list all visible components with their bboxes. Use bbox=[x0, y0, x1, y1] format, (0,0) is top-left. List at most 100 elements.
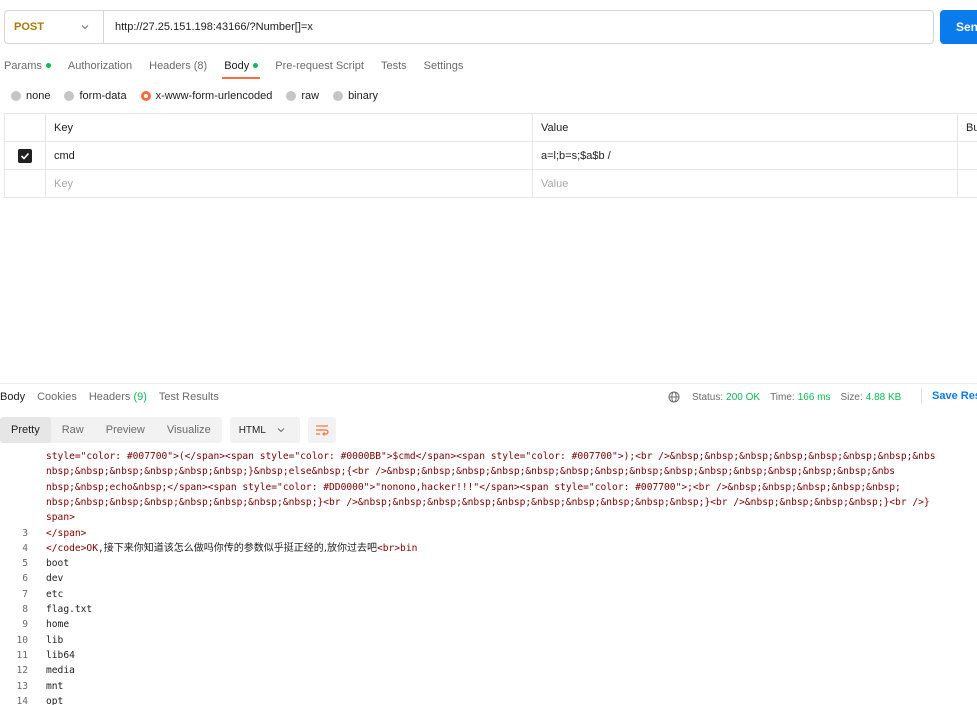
new-value-input[interactable]: Value bbox=[532, 170, 957, 197]
line-content: lib bbox=[46, 634, 64, 646]
line-content-pre: </code>OK, bbox=[46, 542, 104, 554]
tab-label: Authorization bbox=[67, 60, 133, 72]
line-number: 7 bbox=[22, 588, 28, 600]
response-tab-body[interactable]: Body bbox=[0, 391, 25, 403]
wrap-lines-icon bbox=[315, 425, 329, 436]
radio-button[interactable] bbox=[286, 91, 297, 101]
time-label: Time: bbox=[770, 391, 795, 403]
send-button[interactable]: Sen bbox=[940, 10, 977, 44]
time-value[interactable]: 166 ms bbox=[798, 392, 831, 403]
radio-button[interactable] bbox=[64, 91, 75, 101]
response-tab-cookies[interactable]: Cookies bbox=[37, 391, 77, 403]
line-number: 14 bbox=[16, 695, 28, 705]
radio-label: x-www-form-urlencoded bbox=[155, 90, 273, 102]
line-content: opt bbox=[46, 695, 64, 705]
radio-button[interactable] bbox=[333, 91, 344, 101]
line-text: boot bbox=[46, 556, 69, 571]
line-text: </span> bbox=[46, 526, 86, 541]
tab-pre-request-script[interactable]: Pre-request Script bbox=[275, 60, 364, 72]
line-content: dev bbox=[46, 573, 64, 585]
line-number: 12 bbox=[16, 665, 28, 677]
response-tab-headers[interactable]: Headers (9) bbox=[89, 391, 147, 403]
method-label: POST bbox=[14, 21, 44, 33]
url-input[interactable]: http://27.25.151.198:43166/?Number[]=x bbox=[103, 10, 934, 44]
params-table: Key Value Bu cmd a=l;b=s;$a$b / Key Valu… bbox=[4, 113, 977, 198]
header-bulk-edit[interactable]: Bu bbox=[957, 114, 977, 141]
radio-label: none bbox=[26, 90, 51, 102]
body-type-radios: none form-data x-www-form-urlencoded raw bin… bbox=[11, 88, 392, 104]
line-number: 11 bbox=[16, 649, 28, 661]
response-status: Status: 200 OK Time: 166 ms Size: 4.88 K… bbox=[668, 391, 911, 403]
new-desc-input[interactable] bbox=[957, 170, 977, 197]
line-content: nbsp;&nbsp;&nbsp;&nbsp;&nbsp;&nbsp;&nbsp… bbox=[46, 496, 930, 508]
format-tab-visualize[interactable]: Visualize bbox=[156, 417, 222, 443]
tab-authorization[interactable]: Authorization bbox=[68, 60, 132, 72]
table-row: cmd a=l;b=s;$a$b / bbox=[4, 142, 977, 170]
body-type-binary[interactable]: binary bbox=[333, 90, 378, 102]
radio-button[interactable] bbox=[140, 91, 151, 101]
tab-label: Settings bbox=[423, 60, 464, 72]
line-text: nbsp;&nbsp;&nbsp;&nbsp;&nbsp;&nbsp;&nbsp… bbox=[46, 495, 930, 510]
header-value: Value bbox=[532, 114, 957, 141]
table-header-row: Key Value Bu bbox=[4, 114, 977, 142]
tab-params[interactable]: Params bbox=[4, 60, 51, 72]
line-text: style="color: #007700">(</span><span sty… bbox=[46, 449, 936, 464]
line-content: style="color: #007700">(</span><span sty… bbox=[46, 451, 936, 462]
method-select[interactable]: POST bbox=[4, 10, 103, 44]
format-tab-preview[interactable]: Preview bbox=[95, 417, 156, 443]
body-type-none[interactable]: none bbox=[11, 90, 50, 102]
row-value[interactable]: a=l;b=s;$a$b / bbox=[532, 142, 957, 169]
wrap-lines-button[interactable] bbox=[307, 417, 336, 443]
save-response-button[interactable]: Save Res bbox=[921, 388, 977, 404]
radio-label: form-data bbox=[79, 90, 127, 102]
body-type-form-data[interactable]: form-data bbox=[64, 90, 127, 102]
line-number: 6 bbox=[22, 573, 28, 585]
tab-settings[interactable]: Settings bbox=[424, 60, 464, 72]
line-text: lib64 bbox=[46, 648, 75, 663]
line-number: 3 bbox=[22, 527, 28, 539]
format-tabs: Pretty Raw Preview Visualize bbox=[0, 417, 222, 443]
line-text: home bbox=[46, 617, 69, 632]
table-row-empty: Key Value bbox=[4, 170, 977, 198]
tab-headers[interactable]: Headers (8) bbox=[149, 60, 207, 72]
line-content: boot bbox=[46, 558, 70, 570]
format-tab-pretty[interactable]: Pretty bbox=[0, 417, 51, 443]
size-value[interactable]: 4.88 KB bbox=[866, 392, 902, 403]
line-text: flag.txt bbox=[46, 602, 92, 617]
tab-label: Body bbox=[224, 60, 250, 72]
active-dot-icon bbox=[45, 62, 51, 68]
line-content-cn: 接下来你知道该怎么做吗你传的参数似乎挺正经的,放你过去吧 bbox=[103, 542, 377, 554]
new-key-input[interactable]: Key bbox=[45, 170, 532, 197]
response-tab-count: (9) bbox=[133, 391, 147, 403]
line-text: mnt bbox=[46, 679, 63, 694]
format-tab-raw[interactable]: Raw bbox=[51, 417, 95, 443]
tab-body[interactable]: Body bbox=[222, 60, 261, 79]
line-content: lib64 bbox=[46, 649, 75, 661]
response-tab-test-results[interactable]: Test Results bbox=[159, 391, 219, 403]
response-code-view[interactable]: style="color: #007700">(</span><span sty… bbox=[0, 448, 977, 705]
row-key[interactable]: cmd bbox=[45, 142, 532, 169]
radio-label: raw bbox=[301, 90, 320, 102]
line-content: </span> bbox=[46, 527, 87, 539]
header-check-cell bbox=[4, 114, 45, 141]
status-value[interactable]: 200 OK bbox=[726, 392, 760, 403]
body-type-raw[interactable]: raw bbox=[286, 90, 319, 102]
language-select-value: HTML bbox=[238, 424, 266, 436]
tab-label: Tests bbox=[380, 60, 407, 72]
line-content: span> bbox=[46, 512, 75, 524]
line-content: media bbox=[46, 665, 75, 677]
format-toolbar: Pretty Raw Preview Visualize HTML bbox=[0, 417, 336, 443]
row-checkbox[interactable] bbox=[18, 148, 32, 163]
chevron-down-icon bbox=[277, 428, 285, 433]
response-tab-label: Body bbox=[0, 391, 26, 403]
line-number: 4 bbox=[22, 542, 28, 554]
body-type-x-www-form-urlencoded[interactable]: x-www-form-urlencoded bbox=[140, 90, 273, 102]
radio-button[interactable] bbox=[11, 91, 21, 101]
tab-tests[interactable]: Tests bbox=[381, 60, 407, 72]
language-select[interactable]: HTML bbox=[229, 417, 300, 443]
globe-icon[interactable] bbox=[668, 391, 680, 403]
row-desc[interactable] bbox=[957, 142, 977, 169]
line-number: 10 bbox=[16, 634, 28, 646]
response-tab-label: Test Results bbox=[158, 391, 219, 403]
line-text: opt bbox=[46, 694, 63, 705]
